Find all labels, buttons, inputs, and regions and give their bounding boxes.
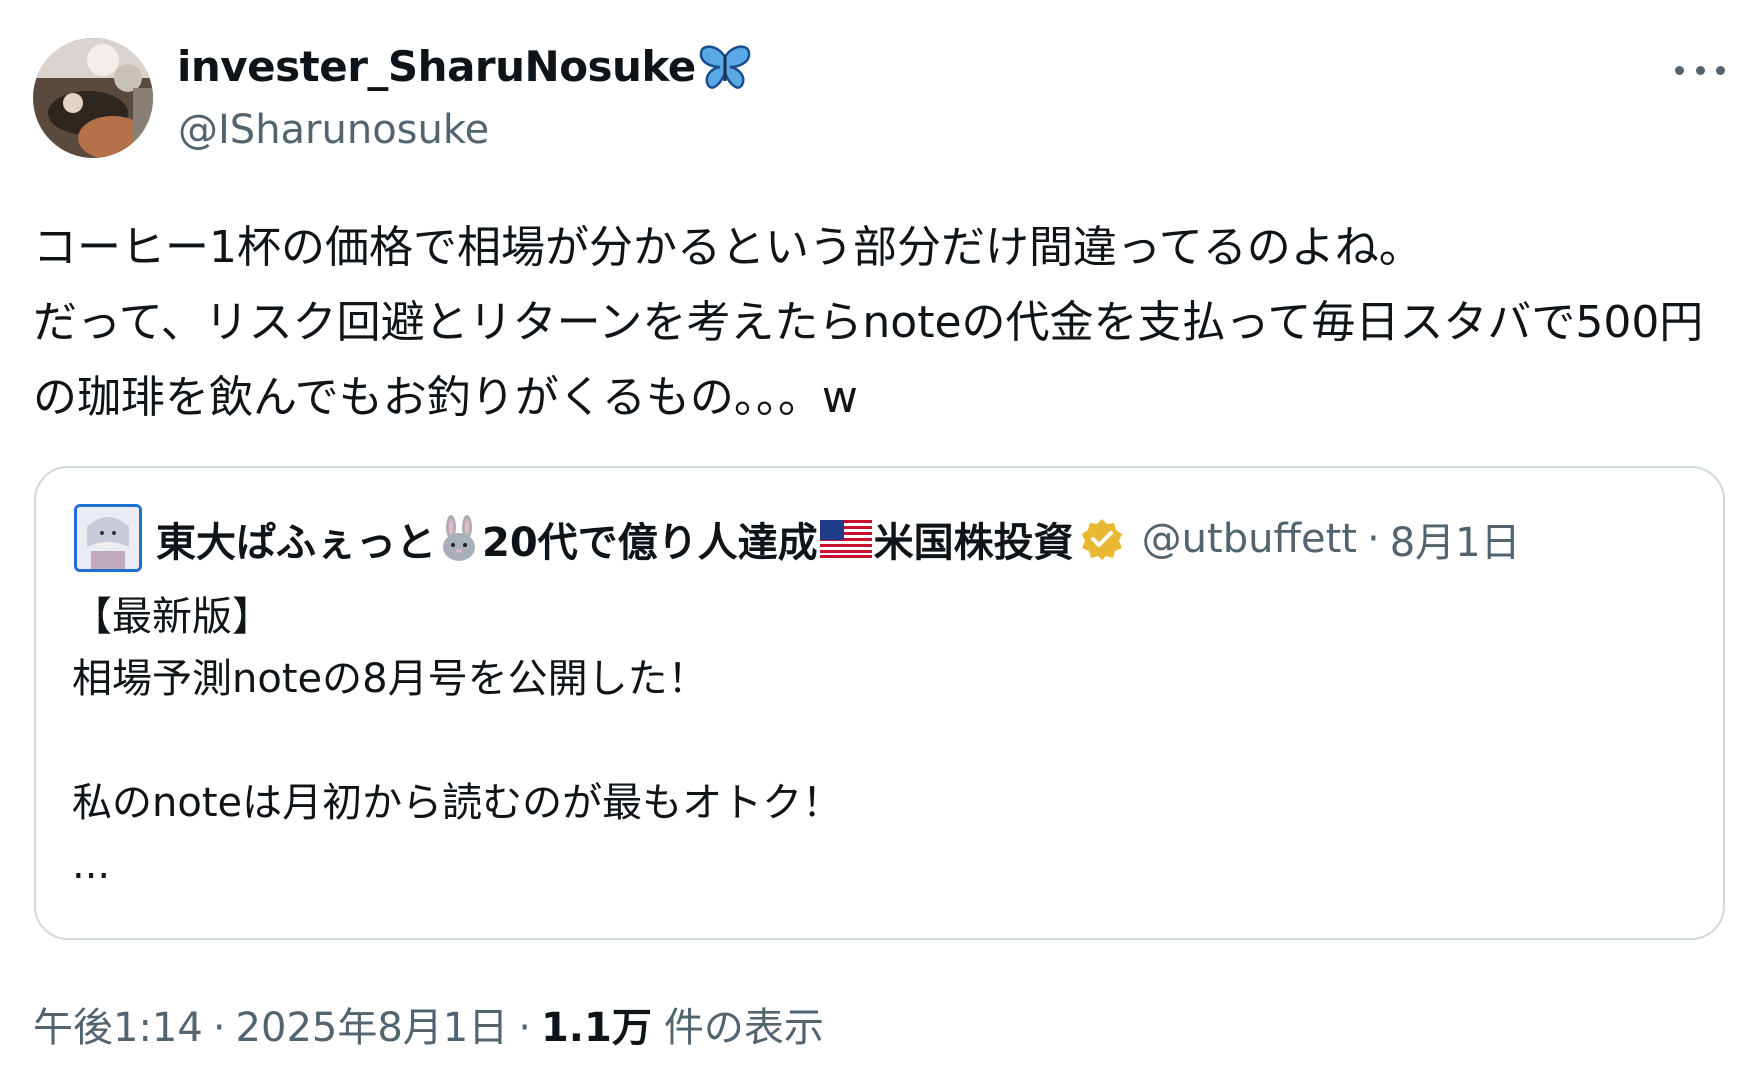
quote-text: 【最新版】 相場予測noteの8月号を公開した！ 私のnoteは月初から読むのが… [72, 594, 843, 888]
quote-header: 東大ぱふぇっと 20代で億り人達成 米国株投資 @utbuffett · 8月1… [156, 506, 1683, 572]
quote-date[interactable]: 8月1日 [1390, 510, 1521, 568]
quote-name-part1: 東大ぱふぇっと [156, 520, 436, 566]
quote-avatar[interactable] [74, 504, 142, 572]
avatar[interactable] [33, 38, 153, 158]
rabbit-icon [443, 515, 475, 561]
author-display-name[interactable]: invester_SharuNosuke [177, 42, 752, 91]
author-handle[interactable]: @ISharunosuke [178, 107, 489, 153]
quote-handle[interactable]: @utbuffett [1142, 516, 1357, 562]
butterfly-icon [699, 44, 750, 89]
quote-separator: · [1366, 516, 1380, 562]
tweet-date[interactable]: 2025年8月1日 [236, 995, 509, 1053]
views-count: 1.1万 [540, 1005, 652, 1051]
tweet-text: コーヒー1杯の価格で相場が分かるという部分だけ間違ってるのよね。 だって、リスク… [33, 222, 1704, 423]
meta-separator: · [518, 1005, 531, 1051]
tweet-time[interactable]: 午後1:14 [33, 995, 203, 1053]
us-flag-icon [819, 520, 872, 558]
quote-name-part2: 20代で億り人達成 [482, 520, 818, 566]
dot-icon [1675, 65, 1684, 75]
more-options-button[interactable] [1672, 60, 1728, 80]
quote-name-part3: 米国株投資 [873, 520, 1074, 566]
views-label: 件の表示 [663, 1005, 824, 1051]
dot-icon [1695, 65, 1705, 75]
quoted-tweet-card[interactable]: 東大ぱふぇっと 20代で億り人達成 米国株投資 @utbuffett · 8月1… [34, 466, 1725, 940]
quote-avatar-image [77, 507, 139, 569]
quote-author-name[interactable]: 東大ぱふぇっと 20代で億り人達成 米国株投資 [156, 510, 1124, 568]
tweet-meta: 午後1:14 · 2025年8月1日 · 1.1万 件の表示 [33, 995, 824, 1053]
meta-separator: · [212, 1005, 226, 1051]
avatar-image [33, 38, 153, 158]
verified-badge-icon[interactable] [1080, 517, 1124, 561]
dot-icon [1716, 65, 1725, 75]
author-name-text: invester_SharuNosuke [177, 42, 696, 91]
